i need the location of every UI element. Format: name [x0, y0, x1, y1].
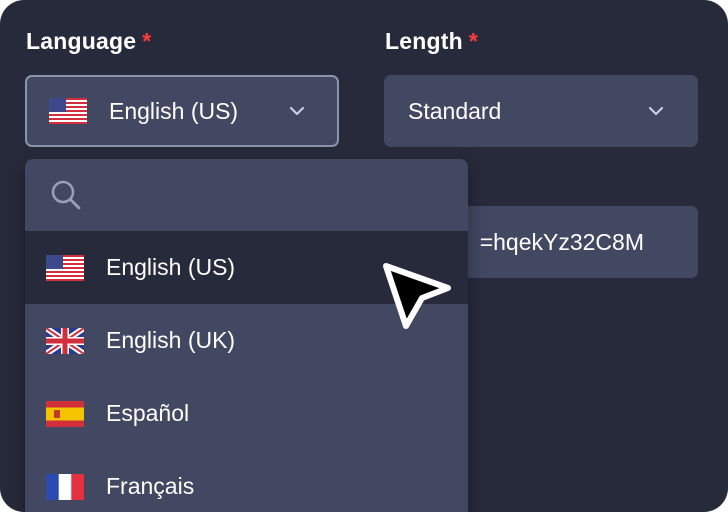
language-option-label: English (UK) [106, 327, 236, 353]
search-icon [50, 179, 82, 216]
language-option-es[interactable]: Español [25, 377, 468, 450]
es-flag-icon [46, 400, 84, 427]
language-option-label: English (US) [106, 254, 236, 280]
length-label: Length * [385, 28, 478, 55]
language-label-text: Language [26, 28, 137, 54]
language-option-fr[interactable]: Français [25, 450, 468, 512]
chevron-down-icon [289, 77, 305, 145]
video-url-value: =hqekYz32C8M [479, 228, 644, 255]
us-flag-icon [46, 254, 84, 281]
settings-panel: Language * Length * English (US) Standar… [0, 0, 728, 512]
language-search-input[interactable] [95, 175, 439, 217]
length-label-text: Length [385, 28, 463, 54]
mouse-pointer-icon [378, 258, 458, 339]
language-label: Language * [26, 28, 151, 55]
language-select[interactable]: English (US) [25, 75, 339, 147]
length-select[interactable]: Standard [384, 75, 698, 147]
language-select-value: English (US) [109, 97, 239, 124]
length-select-value: Standard [408, 97, 502, 124]
language-option-label: Français [106, 473, 195, 499]
length-required-mark: * [468, 28, 479, 54]
us-flag-icon [49, 98, 87, 124]
fr-flag-icon [46, 473, 84, 500]
language-required-mark: * [142, 28, 152, 54]
uk-flag-icon [46, 327, 84, 354]
language-option-label: Español [106, 400, 190, 426]
dropdown-search [25, 159, 468, 231]
chevron-down-icon [648, 75, 664, 147]
